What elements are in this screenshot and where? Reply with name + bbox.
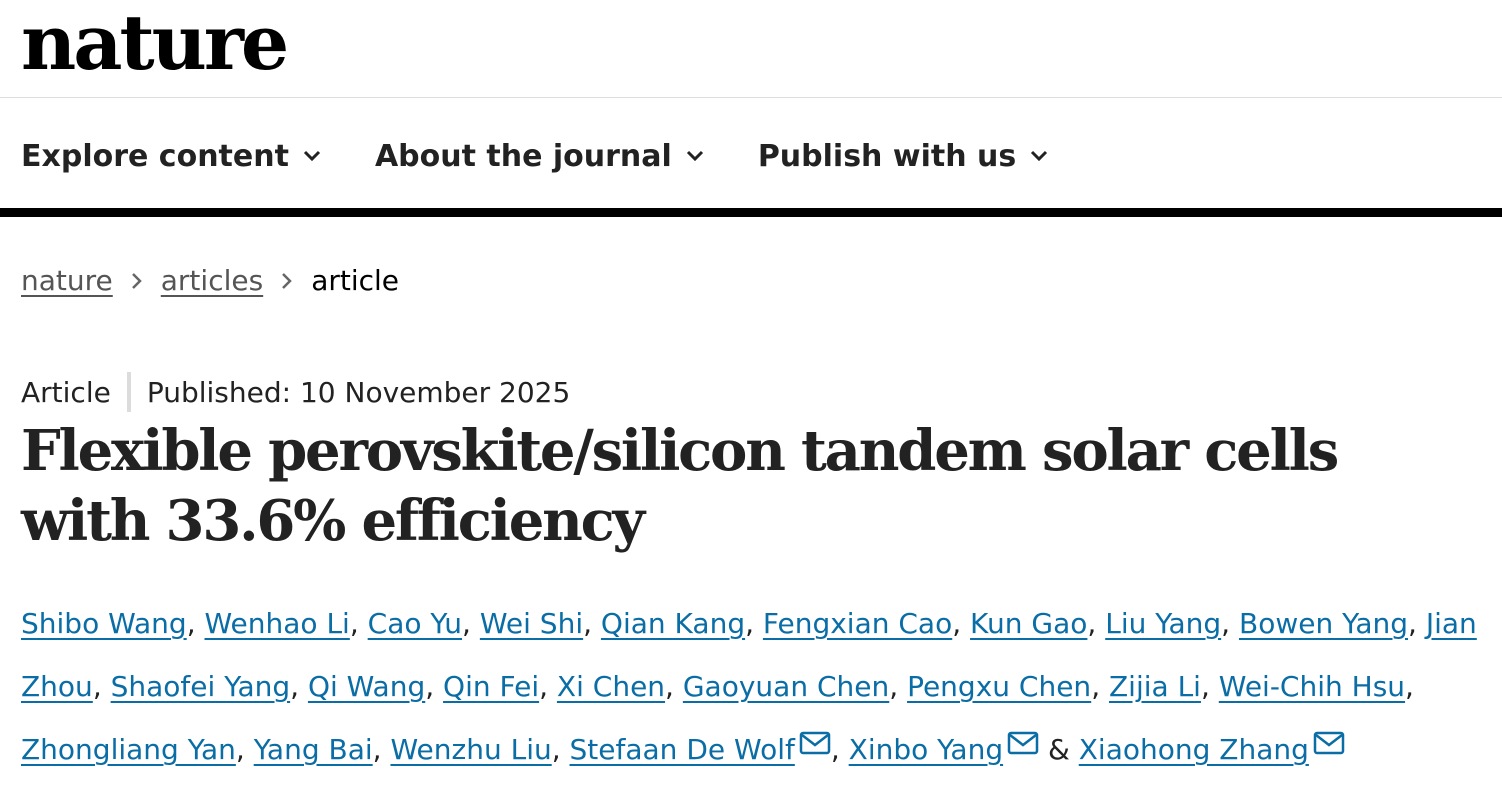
chevron-right-icon (131, 264, 143, 297)
author-link[interactable]: Shibo Wang (21, 607, 187, 640)
author-link[interactable]: Fengxian Cao (763, 607, 952, 640)
breadcrumb-nature[interactable]: nature (21, 264, 113, 297)
author-link[interactable]: Bowen Yang (1239, 607, 1408, 640)
author-link[interactable]: Qian Kang (601, 607, 745, 640)
author-link[interactable]: Wei Shi (480, 607, 583, 640)
main-nav: Explore content About the journal Publis… (21, 134, 1048, 178)
nav-item-label: Explore content (21, 138, 289, 174)
envelope-icon[interactable] (1313, 731, 1345, 755)
author-link[interactable]: Qi Wang (308, 670, 425, 703)
author-link[interactable]: Gaoyuan Chen (683, 670, 889, 703)
author-link[interactable]: Pengxu Chen (907, 670, 1091, 703)
author-link[interactable]: Wenhao Li (205, 607, 350, 640)
chevron-down-icon (1031, 150, 1048, 162)
author-link[interactable]: Zijia Li (1109, 670, 1201, 703)
site-logo[interactable]: nature (21, 0, 289, 86)
author-link[interactable]: Kun Gao (970, 607, 1087, 640)
author-link[interactable]: Shaofei Yang (111, 670, 291, 703)
chevron-down-icon (303, 150, 320, 162)
author-link[interactable]: Stefaan De Wolf (570, 733, 795, 766)
meta-divider (126, 372, 131, 412)
author-link[interactable]: Liu Yang (1105, 607, 1221, 640)
author-list: Shibo Wang, Wenhao Li, Cao Yu, Wei Shi, … (21, 607, 1477, 766)
author-link[interactable]: Xinbo Yang (849, 733, 1003, 766)
author-link[interactable]: Wei-Chih Hsu (1219, 670, 1405, 703)
envelope-icon[interactable] (1007, 731, 1039, 755)
author-link[interactable]: Xi Chen (557, 670, 665, 703)
breadcrumb-articles[interactable]: articles (161, 264, 263, 297)
article-meta: Article Published: 10 November 2025 (21, 371, 570, 413)
author-link[interactable]: Xiaohong Zhang (1079, 733, 1309, 766)
header-divider (0, 97, 1502, 98)
nav-explore-content[interactable]: Explore content (21, 139, 321, 174)
breadcrumb-current: article (311, 263, 400, 297)
nav-about-the-journal[interactable]: About the journal (375, 139, 704, 174)
nav-item-label: About the journal (374, 138, 672, 174)
author-link[interactable]: Zhongliang Yan (21, 733, 236, 766)
published-date: Published: 10 November 2025 (146, 375, 571, 409)
author-link[interactable]: Yang Bai (254, 733, 373, 766)
nav-item-label: Publish with us (757, 138, 1017, 174)
nav-bottom-rule (0, 208, 1502, 217)
chevron-right-icon (281, 264, 293, 297)
chevron-down-icon (686, 150, 703, 162)
envelope-icon[interactable] (799, 731, 831, 755)
author-link[interactable]: Wenzhu Liu (390, 733, 551, 766)
breadcrumb: nature articles article (21, 258, 399, 302)
article-type: Article (21, 375, 111, 409)
nav-publish-with-us[interactable]: Publish with us (758, 139, 1048, 174)
author-link[interactable]: Cao Yu (368, 607, 462, 640)
article-title: Flexible perovskite/silicon tandem solar… (21, 418, 1339, 554)
author-link[interactable]: Qin Fei (443, 670, 539, 703)
